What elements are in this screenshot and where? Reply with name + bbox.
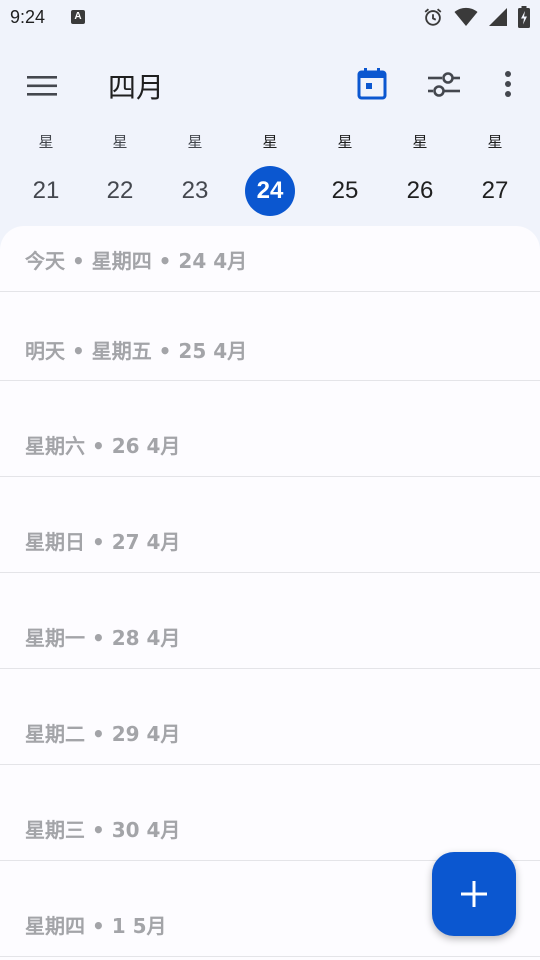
app-notification-icon: A [71, 10, 85, 24]
day-column[interactable]: 星 21 [16, 128, 76, 216]
more-options-button[interactable] [486, 62, 530, 106]
day-of-week-label: 星 [412, 133, 428, 151]
day-number[interactable]: 27 [470, 166, 520, 216]
week-strip: 星 21 星 22 星 23 星 24 星 25 星 26 星 27 [0, 128, 540, 228]
new-event-fab[interactable] [432, 852, 516, 936]
day-of-week-label: 星 [187, 133, 203, 151]
agenda-day-row[interactable]: 星期六 • 26 4月 [0, 381, 540, 477]
agenda-day-header: 星期三 • 30 4月 [25, 818, 181, 842]
battery-charging-icon [518, 6, 530, 28]
agenda-day-header: 星期二 • 29 4月 [25, 722, 181, 746]
agenda-day-row[interactable]: 星期一 • 28 4月 [0, 573, 540, 669]
more-vert-icon [505, 71, 511, 97]
calendar-today-icon [357, 68, 387, 100]
day-of-week-label: 星 [337, 133, 353, 151]
day-column[interactable]: 星 27 [465, 128, 525, 216]
menu-icon [27, 76, 57, 96]
app-bar: 四月 [0, 44, 540, 124]
day-number[interactable]: 21 [21, 166, 71, 216]
agenda-day-header: 明天 • 星期五 • 25 4月 [25, 339, 248, 363]
status-bar: 9:24 A [0, 0, 540, 36]
day-number[interactable]: 22 [95, 166, 145, 216]
day-number[interactable]: 25 [320, 166, 370, 216]
day-of-week-label: 星 [487, 133, 503, 151]
agenda-day-header: 星期六 • 26 4月 [25, 434, 181, 458]
day-column[interactable]: 星 23 [165, 128, 225, 216]
agenda-day-header: 星期四 • 1 5月 [25, 914, 167, 938]
wifi-icon [454, 7, 478, 27]
agenda-day-row[interactable]: 今天 • 星期四 • 24 4月 [0, 226, 540, 292]
today-button[interactable] [350, 62, 394, 106]
day-of-week-label: 星 [112, 133, 128, 151]
alarm-icon [422, 6, 444, 28]
agenda-day-header: 星期日 • 27 4月 [25, 530, 181, 554]
day-column[interactable]: 星 26 [390, 128, 450, 216]
day-number[interactable]: 26 [395, 166, 445, 216]
agenda-day-row[interactable]: 星期三 • 30 4月 [0, 765, 540, 861]
agenda-day-row[interactable]: 星期二 • 29 4月 [0, 669, 540, 765]
menu-button[interactable] [20, 64, 64, 108]
tune-icon [428, 72, 460, 97]
agenda-day-row[interactable]: 明天 • 星期五 • 25 4月 [0, 291, 540, 381]
day-column[interactable]: 星 25 [315, 128, 375, 216]
day-column-selected[interactable]: 星 24 [240, 128, 300, 216]
status-time: 9:24 [10, 7, 46, 27]
day-column[interactable]: 星 22 [90, 128, 150, 216]
agenda-list[interactable]: 今天 • 星期四 • 24 4月 明天 • 星期五 • 25 4月 星期六 • … [0, 226, 540, 960]
filter-button[interactable] [422, 62, 466, 106]
signal-icon [488, 7, 508, 27]
day-of-week-label: 星 [38, 133, 54, 151]
agenda-day-header: 今天 • 星期四 • 24 4月 [25, 249, 248, 273]
month-title[interactable]: 四月 [108, 66, 164, 106]
add-icon [461, 881, 487, 907]
day-number[interactable]: 23 [170, 166, 220, 216]
day-of-week-label: 星 [262, 133, 278, 151]
selected-day-number[interactable]: 24 [245, 166, 295, 216]
status-icons [422, 6, 530, 28]
agenda-day-row[interactable]: 星期日 • 27 4月 [0, 477, 540, 573]
agenda-day-header: 星期一 • 28 4月 [25, 626, 181, 650]
